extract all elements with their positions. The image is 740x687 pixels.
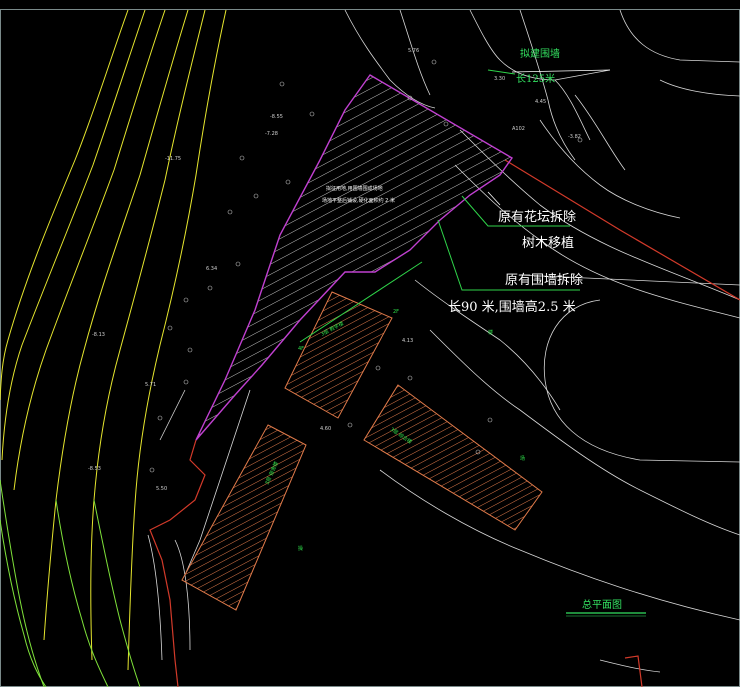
site-plan-drawing: 5.76 3.30 4.45 -8.55 -7.28 -11.75 6.34 -… bbox=[0, 9, 740, 687]
site-note-2: 场地平整后铺设,硬化面积约 2 米 bbox=[322, 197, 395, 204]
elev-label: 4.45 bbox=[535, 99, 546, 105]
drawing-title: 总平面图 bbox=[582, 598, 622, 611]
elev-label: -8.13 bbox=[92, 332, 105, 338]
building-label: 楼 bbox=[488, 329, 493, 336]
old-wall-spec: 长90 米,围墙高2.5 米 bbox=[448, 299, 576, 315]
elev-label: -7.28 bbox=[265, 131, 278, 137]
elev-label: 3.30 bbox=[494, 76, 505, 82]
flower-bed-label: 原有花坛拆除 bbox=[498, 209, 576, 225]
elev-label: 5.50 bbox=[156, 486, 167, 492]
elev-label: 5.76 bbox=[408, 48, 419, 54]
building-labels: 3层 教学楼 3层 综合楼 3层 宿舍楼 2F 楼 场 操 4F bbox=[263, 309, 525, 552]
building-label: 4F bbox=[298, 346, 304, 352]
elev-label: 6.34 bbox=[206, 266, 217, 272]
old-wall-label: 原有围墙拆除 bbox=[505, 273, 583, 288]
elev-label: -3.82 bbox=[568, 134, 581, 140]
building-c bbox=[181, 424, 307, 611]
elev-label: -11.75 bbox=[165, 156, 181, 162]
building-label: 操 bbox=[298, 545, 303, 552]
white-leaders bbox=[487, 69, 611, 206]
elev-label: 5.71 bbox=[145, 382, 156, 388]
new-wall-length: 长125米 bbox=[516, 72, 555, 85]
site-note-1: 拟征用地,用围墙围成场地 bbox=[326, 185, 383, 192]
elev-label: 4.60 bbox=[320, 426, 331, 432]
elev-label: -8.55 bbox=[270, 114, 283, 120]
elev-label: -8.53 bbox=[88, 466, 101, 472]
elev-label: A102 bbox=[512, 126, 525, 132]
new-wall-title: 拟建围墙 bbox=[520, 47, 560, 60]
building-label: 2F bbox=[393, 309, 399, 315]
elev-label: 4.13 bbox=[402, 338, 413, 344]
tree-relocate-label: 树木移植 bbox=[522, 236, 574, 251]
building-label: 场 bbox=[520, 455, 525, 462]
